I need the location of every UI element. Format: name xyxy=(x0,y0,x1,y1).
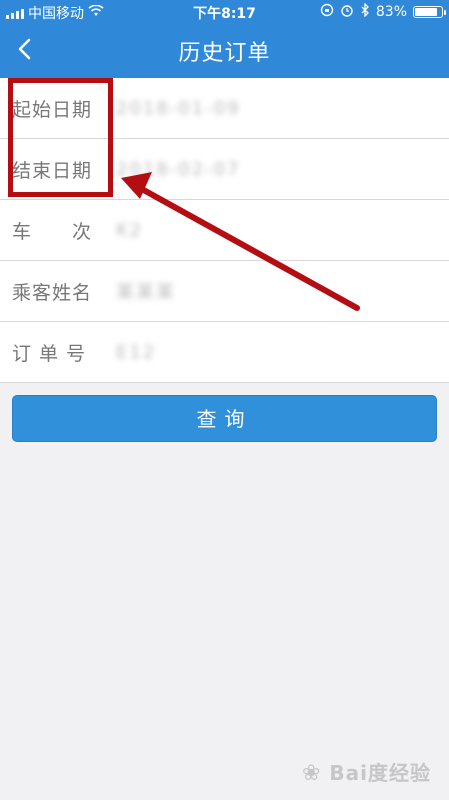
bluetooth-icon xyxy=(360,2,370,21)
start-date-field[interactable]: 2018-01-09 xyxy=(112,98,241,119)
rotation-lock-icon xyxy=(320,3,334,21)
alarm-icon xyxy=(340,3,354,21)
train-number-field[interactable]: K2 xyxy=(112,220,143,241)
battery-icon xyxy=(413,6,446,18)
watermark-text: Bai度经验 xyxy=(329,761,431,785)
status-right: 83% xyxy=(320,2,446,21)
paw-icon: ❀ xyxy=(301,761,322,786)
query-button[interactable]: 查询 xyxy=(12,395,437,442)
end-date-field[interactable]: 2018-02-07 xyxy=(112,159,241,180)
passenger-name-label: 乘客姓名 xyxy=(12,281,93,304)
passenger-name-field[interactable]: 某某某 xyxy=(112,278,176,304)
train-number-row[interactable]: 车 次 K2 xyxy=(0,200,449,261)
order-number-label: 订 单 号 xyxy=(12,342,87,365)
order-number-field[interactable]: E12 xyxy=(112,342,156,363)
order-number-row[interactable]: 订 单 号 E12 xyxy=(0,322,449,383)
battery-percent: 83% xyxy=(375,4,407,20)
page-title: 历史订单 xyxy=(178,41,271,66)
nav-bar: 历史订单 xyxy=(0,24,449,78)
train-number-label: 车 次 xyxy=(12,220,93,243)
status-bar: 中国移动 下午8:17 83% xyxy=(0,0,449,24)
header-bar: 中国移动 下午8:17 83% 历史订单 xyxy=(0,0,449,78)
highlight-box xyxy=(8,78,113,197)
passenger-name-row[interactable]: 乘客姓名 某某某 xyxy=(0,261,449,322)
watermark: ❀ Bai度经验 xyxy=(302,757,431,786)
